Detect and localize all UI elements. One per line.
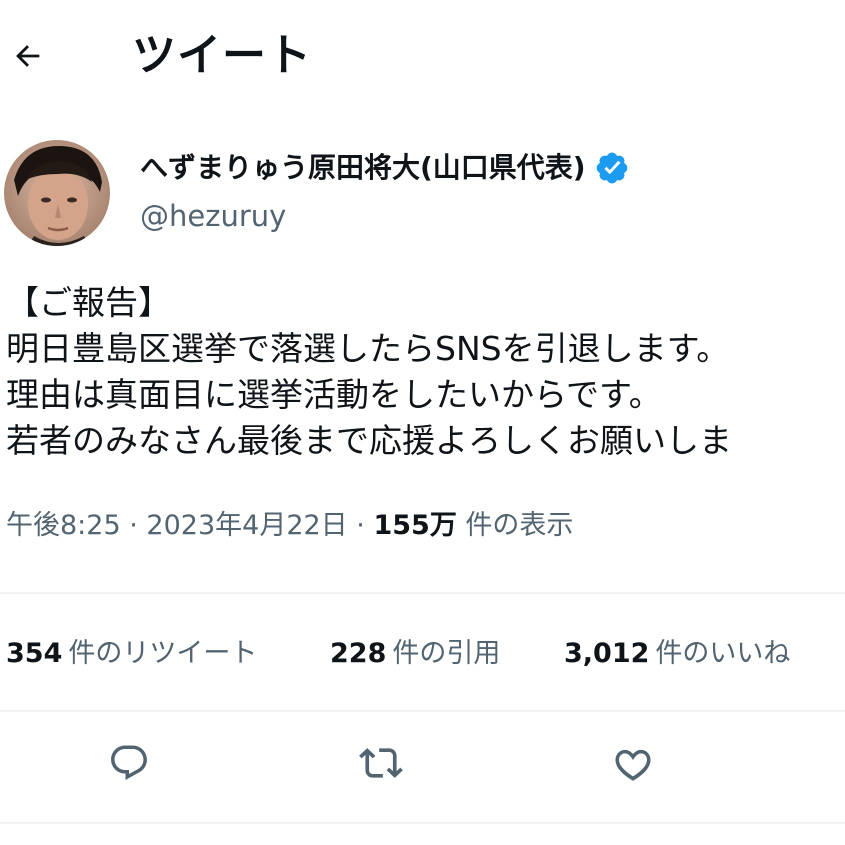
divider [0,592,845,594]
views-count: 155万 [373,510,457,541]
divider [0,822,845,824]
likes-label: 件のいいね [655,638,791,669]
likes-count: 3,012 [564,638,650,669]
tweet-line: 若者のみなさん最後まで応援よろしくお願いしま [6,421,732,460]
author-handle[interactable]: @hezuruy [140,196,286,236]
verified-badge-icon [596,152,627,184]
tweet-text: 【ご報告】 明日豊島区選挙で落選したらSNSを引退します。 理由は真面目に選挙活… [6,280,845,464]
views-label: 件の表示 [465,510,574,541]
retweet-button[interactable] [356,738,406,788]
arrow-left-icon [16,45,40,67]
retweets-label: 件のリツイート [68,638,258,669]
retweets-stat[interactable]: 354 件のリツイート [6,632,257,676]
meta-separator: · [356,510,365,541]
page-title: ツイート [132,30,312,81]
avatar[interactable] [4,140,110,246]
reply-icon [111,745,147,780]
meta-separator: · [129,510,138,541]
tweet-time[interactable]: 午後8:25 [6,510,121,541]
retweet-icon [359,748,403,778]
tweet-meta: 午後8:25 · 2023年4月22日 · 155万 件の表示 [6,506,573,546]
heart-icon [615,749,651,781]
quotes-count: 228 [330,638,387,669]
quotes-stat[interactable]: 228 件の引用 [330,632,500,676]
like-button[interactable] [608,738,658,788]
profile-photo [4,140,110,246]
retweets-count: 354 [6,638,63,669]
author-display-name[interactable]: へずまりゅう原田将大(山口県代表) [140,148,630,188]
tweet-line: 明日豊島区選挙で落選したらSNSを引退します。 [6,329,730,368]
tweet-line: 理由は真面目に選挙活動をしたいからです。 [6,375,662,414]
tweet-line: 【ご報告】 [6,283,171,322]
back-button[interactable] [8,36,48,76]
likes-stat[interactable]: 3,012 件のいいね [564,632,790,676]
tweet-header: ツイート [0,0,845,110]
divider [0,710,845,712]
reply-button[interactable] [104,738,154,788]
tweet-date[interactable]: 2023年4月22日 [146,510,347,541]
quotes-label: 件の引用 [392,638,501,669]
author-name-text: へずまりゅう原田将大(山口県代表) [140,151,586,184]
